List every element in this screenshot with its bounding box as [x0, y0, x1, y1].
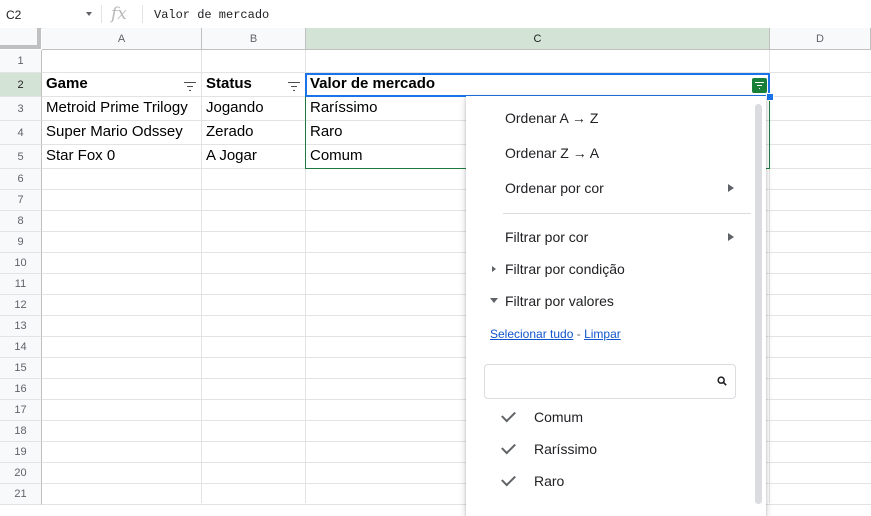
submenu-arrow-icon [728, 233, 734, 241]
values-search-box[interactable] [484, 364, 736, 399]
row-header-14[interactable]: 14 [0, 337, 42, 358]
value-option-label: Raríssimo [534, 441, 598, 457]
cell-b3[interactable]: Jogando [206, 99, 264, 116]
column-divider [201, 50, 202, 503]
row-header-6[interactable]: 6 [0, 169, 42, 190]
column-header-a[interactable]: A [42, 28, 202, 50]
filter-icon[interactable] [288, 80, 302, 94]
cell-c4[interactable]: Raro [310, 123, 343, 140]
row-header-15[interactable]: 15 [0, 358, 42, 379]
select-links: Selecionar tudo - Limpar [490, 327, 621, 341]
search-icon[interactable] [717, 376, 727, 386]
cell-a4[interactable]: Super Mario Odssey [46, 123, 183, 140]
value-option-label: Raro [534, 473, 565, 489]
values-search-input[interactable] [491, 371, 715, 393]
value-option-label: Comum [534, 409, 584, 425]
value-option[interactable]: Comum [466, 404, 756, 432]
row-header-1[interactable]: 1 [0, 50, 42, 73]
cell-b4[interactable]: Zerado [206, 123, 254, 140]
row-header-21[interactable]: 21 [0, 484, 42, 505]
chevron-down-icon[interactable] [86, 12, 92, 16]
menu-item-sort-za[interactable]: Ordenar Z → A [505, 145, 599, 161]
name-box-value: C2 [6, 8, 22, 22]
column-header-d[interactable]: D [770, 28, 871, 50]
active-filter-button[interactable] [752, 78, 767, 93]
filter-icon[interactable] [184, 80, 198, 94]
value-option[interactable]: Raro [466, 468, 756, 496]
row-header-3[interactable]: 3 [0, 97, 42, 121]
cell-c2[interactable]: Valor de mercado [310, 75, 435, 92]
row-header-13[interactable]: 13 [0, 316, 42, 337]
cell-a3[interactable]: Metroid Prime Trilogy [46, 99, 188, 116]
cell-a2[interactable]: Game [46, 75, 88, 92]
menu-item-filter-by-values[interactable]: Filtrar por valores [505, 293, 614, 309]
row-header-2[interactable]: 2 [0, 73, 42, 97]
row-header-10[interactable]: 10 [0, 253, 42, 274]
row-header-9[interactable]: 9 [0, 232, 42, 253]
menu-item-sort-by-color[interactable]: Ordenar por cor [505, 180, 604, 196]
row-header-20[interactable]: 20 [0, 463, 42, 484]
menu-item-sort-az[interactable]: Ordenar A → Z [505, 110, 598, 126]
menu-scrollbar[interactable] [755, 104, 762, 504]
cell-a5[interactable]: Star Fox 0 [46, 147, 115, 164]
value-option[interactable]: Raríssimo [466, 436, 756, 464]
checkmark-icon[interactable] [501, 439, 516, 455]
name-box[interactable]: C2 [0, 0, 96, 28]
row-header-7[interactable]: 7 [0, 190, 42, 211]
menu-divider [503, 213, 751, 214]
row-header-17[interactable]: 17 [0, 400, 42, 421]
cell-c5[interactable]: Comum [310, 147, 363, 164]
filter-menu: Ordenar A → Z Ordenar Z → A Ordenar por … [466, 96, 766, 516]
column-divider [769, 50, 770, 503]
column-header-c[interactable]: C [306, 28, 770, 50]
expand-right-icon[interactable] [492, 266, 496, 272]
submenu-arrow-icon [728, 184, 734, 192]
row-header-16[interactable]: 16 [0, 379, 42, 400]
column-header-b[interactable]: B [202, 28, 306, 50]
menu-item-filter-by-color[interactable]: Filtrar por cor [505, 229, 588, 245]
select-all-link[interactable]: Selecionar tudo [490, 327, 573, 341]
row-divider [42, 72, 871, 73]
link-separator: - [573, 327, 585, 341]
formula-input[interactable]: Valor de mercado [154, 8, 269, 22]
column-divider [305, 50, 306, 503]
expand-down-icon[interactable] [490, 298, 498, 303]
row-header-11[interactable]: 11 [0, 274, 42, 295]
clear-link[interactable]: Limpar [584, 327, 621, 341]
divider [101, 5, 102, 23]
cell-b5[interactable]: A Jogar [206, 147, 257, 164]
formula-bar: C2 fx Valor de mercado [0, 0, 871, 29]
checkmark-icon[interactable] [501, 407, 516, 423]
select-all-corner[interactable] [0, 28, 41, 49]
fx-icon: fx [111, 4, 127, 24]
checkmark-icon[interactable] [501, 471, 516, 487]
divider [142, 5, 143, 23]
row-header-19[interactable]: 19 [0, 442, 42, 463]
row-header-12[interactable]: 12 [0, 295, 42, 316]
row-header-4[interactable]: 4 [0, 121, 42, 145]
row-header-5[interactable]: 5 [0, 145, 42, 169]
row-header-18[interactable]: 18 [0, 421, 42, 442]
menu-item-filter-by-condition[interactable]: Filtrar por condição [505, 261, 625, 277]
row-header-8[interactable]: 8 [0, 211, 42, 232]
cell-b2[interactable]: Status [206, 75, 252, 92]
fill-handle[interactable] [766, 93, 774, 101]
cell-c3[interactable]: Raríssimo [310, 99, 378, 116]
